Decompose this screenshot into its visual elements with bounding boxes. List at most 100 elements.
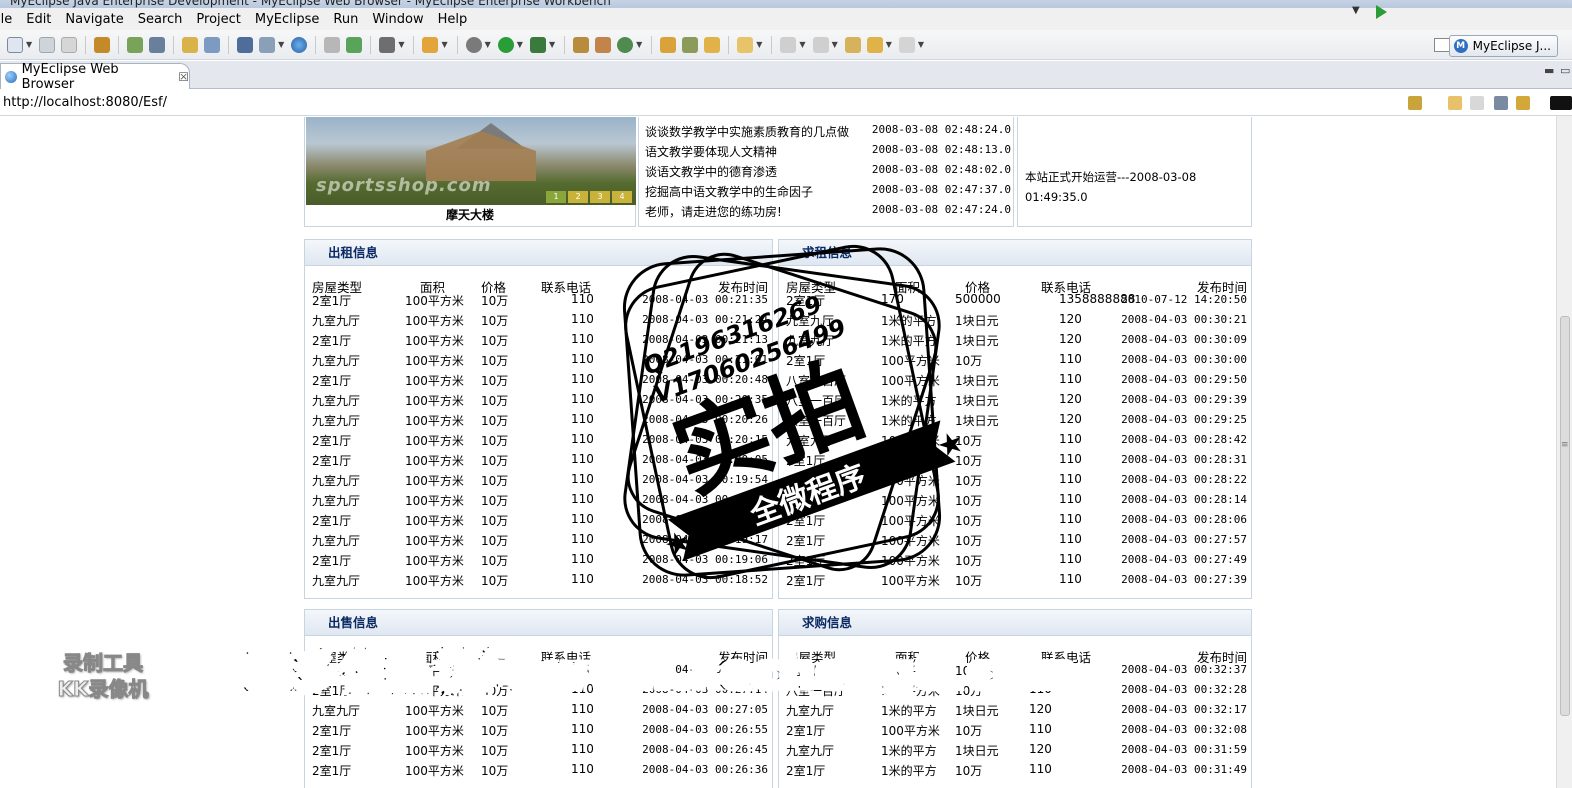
news-title[interactable]: 谈语文教学中的德育渗透	[645, 163, 777, 183]
table-row[interactable]: 2室1厅 100平方米 10万 110 2008-04-03 00:21:13	[305, 330, 772, 350]
db-icon[interactable]	[324, 36, 341, 53]
browser-refresh-icon[interactable]	[1516, 96, 1530, 110]
pin-icon[interactable]	[682, 36, 699, 53]
menu-search[interactable]: Search	[131, 12, 190, 27]
table-row[interactable]: 2室1厅 100平方米 10万 110 2008-04-03 00:20:15	[305, 430, 772, 450]
external-tools-icon[interactable]	[529, 36, 546, 53]
menu-navigate[interactable]: Navigate	[58, 12, 130, 27]
news-item[interactable]: 老师，请走进您的练功房! 2008-03-08 02:47:24.0	[645, 203, 1011, 223]
table-row[interactable]: 九室九厅 100平方米 10万 110 2008-04-03 00:21:24	[305, 310, 772, 330]
news-title[interactable]: 语文教学要体现人文精神	[645, 143, 777, 163]
table-row[interactable]: 2室1厅 100平方米 10万 110 2008-04-03 00:32:08	[779, 720, 1251, 740]
go-icon[interactable]	[1376, 5, 1387, 19]
browser-stop-icon[interactable]	[1494, 96, 1508, 110]
close-icon[interactable]: ☒	[178, 70, 189, 84]
search-folder-icon[interactable]	[737, 36, 754, 53]
news-title[interactable]: 挖掘高中语文教学中的生命因子	[645, 183, 813, 203]
bug-icon[interactable]	[127, 36, 144, 53]
menu-window[interactable]: Window	[365, 12, 430, 27]
new-dropdown-icon[interactable]: ▼	[26, 40, 32, 49]
table-row[interactable]: 2室1厅 100平方米 10万 110 2008-04-03 00:28:22	[779, 470, 1251, 490]
sync-dropdown-icon[interactable]: ▼	[636, 40, 642, 49]
open-task-icon[interactable]	[595, 36, 612, 53]
forward-icon[interactable]	[898, 36, 915, 53]
url-input[interactable]: http://localhost:8080/Esf/	[0, 95, 167, 110]
news-item[interactable]: 谈语文教学中的德育渗透 2008-03-08 02:48:02.0	[645, 163, 1011, 183]
refresh-icon[interactable]	[346, 36, 363, 53]
table-row[interactable]: 九室九厅 100平方米 10万 110 2008-04-03 00:20:26	[305, 410, 772, 430]
url-dropdown-icon[interactable]: ▼	[1352, 5, 1360, 16]
page-scrollbar[interactable]	[1556, 116, 1572, 788]
table-row[interactable]: 2室1厅 100平方米 10万 110 2008-04-03 00:20:48	[305, 370, 772, 390]
camera-dropdown-icon[interactable]: ▼	[398, 40, 404, 49]
menu-edit[interactable]: Edit	[19, 12, 58, 27]
table-row[interactable]: 八室一百厅 1米的平方 1块日元 120 2008-04-03 00:29:39	[779, 390, 1251, 410]
table-row[interactable]: 2室1厅 100平方米 10万 110 2008-04-03 00:28:14	[779, 490, 1251, 510]
scroll-thumb[interactable]	[1560, 316, 1570, 716]
debug-icon[interactable]	[465, 36, 482, 53]
prev-annotation-icon[interactable]	[812, 36, 829, 53]
browse-icon[interactable]	[204, 36, 221, 53]
carousel-page-2[interactable]: 2	[568, 191, 588, 203]
table-row[interactable]: 2室1厅 100平方米 10万 110 2008-04-03 00:19:06	[305, 550, 772, 570]
table-row[interactable]: 九室九厅 100平方米 10万 110 2008-04-03 00:28:42	[779, 430, 1251, 450]
carousel-page-4[interactable]: 4	[612, 191, 632, 203]
open-perspective-icon[interactable]	[1434, 38, 1450, 52]
run-dropdown-icon[interactable]: ▼	[517, 40, 523, 49]
table-row[interactable]: 2室1厅 100平方米 10万 110 2008-04-03 00:26:45	[305, 740, 772, 760]
folder-icon[interactable]	[660, 36, 677, 53]
next-annotation-dropdown-icon[interactable]: ▼	[799, 40, 805, 49]
news-item[interactable]: 谈谈数学教学中实施素质教育的几点做 2008-03-08 02:48:24.0	[645, 123, 1011, 143]
table-row[interactable]: 九室九厅 1米的平方 1块日元 120 2008-04-03 00:32:17	[779, 700, 1251, 720]
next-annotation-icon[interactable]	[780, 36, 797, 53]
table-row[interactable]: 九室九厅 100平方米 10万 110 2008-04-03 00:18:52	[305, 570, 772, 590]
open-type-icon[interactable]	[573, 36, 590, 53]
menu-myeclipse[interactable]: MyEclipse	[248, 12, 327, 27]
package-icon[interactable]	[94, 36, 111, 53]
table-row[interactable]: 八室一百厅 100平方米 1块日元 110 2008-04-03 00:29:50	[779, 370, 1251, 390]
search-dropdown-icon[interactable]: ▼	[756, 40, 762, 49]
save-icon[interactable]	[39, 36, 56, 53]
tab-web-browser[interactable]: MyEclipse Web Browser ☒	[0, 62, 190, 92]
web-browser-icon[interactable]	[291, 36, 308, 53]
camera-icon[interactable]	[379, 36, 396, 53]
server-run-icon[interactable]	[259, 36, 276, 53]
table-row[interactable]: 九室九厅 100平方米 10万 110 2008-04-03 00:19:54	[305, 470, 772, 490]
table-row[interactable]: 八室一百厅 1米的平方 1块日元 120 2008-04-03 00:29:25	[779, 410, 1251, 430]
menu-run[interactable]: Run	[326, 12, 365, 27]
wizard-icon[interactable]	[182, 36, 199, 53]
table-row[interactable]: 九室九厅 1米的平方 1块日元 120 2008-04-03 00:30:21	[779, 310, 1251, 330]
forward-dropdown-icon[interactable]: ▼	[918, 40, 924, 49]
run-icon[interactable]	[497, 36, 514, 53]
debug-dropdown-icon[interactable]: ▼	[485, 40, 491, 49]
new-class-icon[interactable]	[422, 36, 439, 53]
table-row[interactable]: 九室九厅 100平方米 10万 110 2008-04-03 00:19:41	[305, 490, 772, 510]
table-row[interactable]: 2室1厅 100平方米 10万 110 2008-04-03 00:27:39	[779, 570, 1251, 590]
table-row[interactable]: 2室1厅 100平方米 10万 110 2008-04-03 00:19:29	[305, 510, 772, 530]
browser-back-icon[interactable]	[1448, 96, 1462, 110]
table-row[interactable]: 九室九厅 1米的平方 1块日元 120 2008-04-03 00:31:59	[779, 740, 1251, 760]
last-edit-icon[interactable]	[844, 36, 861, 53]
table-row[interactable]: 2室1厅 1米的平方 10万 110 2008-04-03 00:31:49	[779, 760, 1251, 780]
table-row[interactable]: 九室九厅 1米的平方 1块日元 120 2008-04-03 00:30:09	[779, 330, 1251, 350]
menu-file[interactable]: ile	[0, 12, 19, 27]
table-row[interactable]: 2室1厅 100平方米 10万 110 2008-04-03 00:27:57	[779, 530, 1251, 550]
table-row[interactable]: 2室1厅 100平方米 10万 110 2008-04-03 00:28:31	[779, 450, 1251, 470]
maximize-icon[interactable]: ▭	[1560, 64, 1570, 77]
perspective-switcher[interactable]: M MyEclipse J...	[1448, 35, 1558, 57]
new-icon[interactable]	[7, 36, 23, 53]
table-row[interactable]: 2室1厅 100平方米 10万 110 2008-04-03 00:28:06	[779, 510, 1251, 530]
menu-project[interactable]: Project	[189, 12, 247, 27]
table-row[interactable]: 2室1厅 100平方米 10万 110 2008-04-03 00:26:55	[305, 720, 772, 740]
server-dropdown-icon[interactable]: ▼	[278, 40, 284, 49]
open-folder-icon[interactable]	[704, 36, 721, 53]
carousel-page-1[interactable]: 1	[546, 191, 566, 203]
table-row[interactable]: 2室1厅 100平方米 10万 110 2008-04-03 00:27:49	[779, 550, 1251, 570]
browser-menu-icon[interactable]	[1550, 96, 1572, 110]
back-dropdown-icon[interactable]: ▼	[886, 40, 892, 49]
menu-help[interactable]: Help	[431, 12, 475, 27]
table-row[interactable]: 2室1厅 100平方米 10万 110 2008-04-03 00:30:00	[779, 350, 1251, 370]
carousel-caption[interactable]: 摩天大楼	[305, 206, 635, 223]
table-row[interactable]: 2室1厅 170 500000 1358888888 2010-07-12 14:20:…	[779, 290, 1251, 310]
carousel-image[interactable]: sportsshop.com 1 2 3 4	[306, 117, 636, 205]
